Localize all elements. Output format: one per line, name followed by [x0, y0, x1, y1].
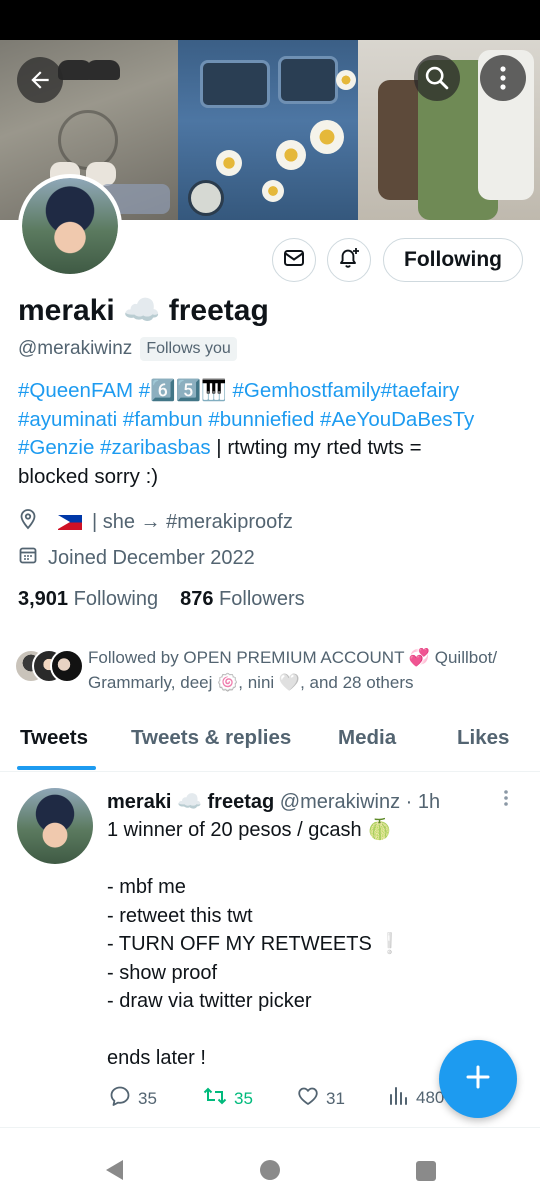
hashtag-link[interactable]: #QueenFAM	[18, 379, 133, 402]
reply-icon	[108, 1084, 132, 1113]
search-icon	[423, 64, 451, 92]
display-name: meraki ☁️ freetag	[18, 294, 269, 327]
tweet-avatar[interactable]	[17, 788, 93, 864]
tweet-line: - retweet this twt	[107, 904, 253, 927]
hashtag-link[interactable]: #taefairy	[381, 379, 460, 402]
following-count-link[interactable]: 3,901 Following	[18, 588, 158, 611]
nav-recents-button[interactable]	[415, 1160, 437, 1187]
bio-line-1: #QueenFAM #6️⃣5️⃣🎹 #Gemhostfamily#taefai…	[18, 377, 528, 406]
tweet-line: - show proof	[107, 961, 218, 984]
hashtag-link[interactable]: #bunniefied	[208, 408, 314, 431]
followers-count: 876	[180, 588, 214, 610]
back-arrow-icon	[27, 67, 53, 93]
avatar-image	[22, 178, 118, 274]
retweet-button[interactable]: 35	[202, 1084, 253, 1113]
bell-plus-icon	[336, 245, 362, 276]
tweet-line: - mbf me	[107, 876, 186, 898]
tab-media[interactable]: Media	[338, 726, 396, 750]
hashtag-link[interactable]: #Gemhostfamily	[232, 379, 380, 402]
bio-line-3: #Genzie #zaribasbas | rtwting my rted tw…	[18, 434, 528, 463]
tab-tweets[interactable]: Tweets	[20, 726, 88, 750]
status-bar	[0, 0, 540, 40]
follows-you-badge: Follows you	[140, 337, 237, 361]
followers-label: Followers	[219, 588, 305, 610]
more-options-button[interactable]	[480, 55, 526, 101]
active-tab-indicator	[17, 766, 96, 770]
location-pin-icon	[18, 508, 38, 536]
search-button[interactable]	[414, 55, 460, 101]
following-label: Following	[73, 588, 159, 610]
profile-handle: @merakiwinz	[18, 338, 133, 359]
hashtag-link[interactable]: #fambun	[123, 408, 203, 431]
handle-row: @merakiwinz Follows you	[18, 337, 237, 361]
followed-by-line: Grammarly, deej 🍥, nini 🤍, and 28 others	[88, 673, 414, 692]
tweet-actions: 35 35 31 480	[108, 1084, 468, 1114]
profile-bio: #QueenFAM #6️⃣5️⃣🎹 #Gemhostfamily#taefai…	[18, 377, 528, 491]
more-vertical-icon	[503, 790, 509, 811]
profile-avatar[interactable]	[18, 174, 122, 278]
nav-home-button[interactable]	[259, 1159, 281, 1186]
mutual-avatars	[14, 649, 84, 689]
philippines-flag-icon	[58, 514, 82, 530]
calendar-icon	[18, 545, 38, 571]
more-vertical-icon	[499, 65, 507, 91]
avatar	[50, 649, 84, 683]
joined-row: Joined December 2022	[18, 545, 255, 571]
tweet-author-handle: @merakiwinz · 1h	[279, 791, 441, 813]
hashtag-link[interactable]: #ayuminati	[18, 408, 117, 431]
nav-back-button[interactable]	[103, 1158, 125, 1187]
compose-tweet-button[interactable]	[439, 1040, 517, 1118]
location-text: | she → #merakiproofz	[92, 510, 293, 533]
tweet-line: 1 winner of 20 pesos / gcash 🍈	[107, 819, 393, 841]
retweet-icon	[202, 1084, 228, 1113]
tweet-line: - draw via twitter picker	[107, 990, 312, 1012]
retweet-count: 35	[234, 1088, 253, 1108]
banner-photo-van	[178, 40, 358, 220]
android-nav-bar	[0, 1127, 540, 1200]
notifications-button[interactable]	[327, 238, 371, 282]
followers-count-link[interactable]: 876 Followers	[180, 588, 305, 611]
reply-count: 35	[138, 1088, 157, 1108]
joined-date: Joined December 2022	[48, 546, 255, 569]
like-button[interactable]: 31	[296, 1084, 345, 1113]
back-button[interactable]	[17, 57, 63, 103]
following-button[interactable]: Following	[383, 238, 523, 282]
followed-by-line: Followed by OPEN PREMIUM ACCOUNT 💞 Quill…	[88, 648, 498, 667]
tweet-line	[107, 1016, 507, 1045]
reply-button[interactable]: 35	[108, 1084, 157, 1113]
tweet-line: - TURN OFF MY RETWEETS ❕	[107, 933, 403, 955]
tweet-text: 1 winner of 20 pesos / gcash 🍈 - mbf me …	[107, 816, 507, 1073]
heart-icon	[296, 1084, 320, 1113]
bio-text: | rtwting my rted twts =	[210, 436, 422, 459]
hashtag-link[interactable]: #Genzie	[18, 436, 94, 459]
location-row: | she → #merakiproofz	[18, 508, 293, 536]
follow-counts: 3,901 Following 876 Followers	[18, 588, 305, 611]
hashtag-link[interactable]: #AeYouDaBesTy	[320, 408, 474, 431]
followed-by-text: Followed by OPEN PREMIUM ACCOUNT 💞 Quill…	[88, 645, 497, 695]
envelope-icon	[282, 246, 306, 275]
views-button[interactable]: 480	[388, 1084, 444, 1111]
hashtag-link[interactable]: #6️⃣5️⃣🎹	[139, 379, 227, 402]
following-count: 3,901	[18, 588, 69, 610]
bio-line-2: #ayuminati #fambun #bunniefied #AeYouDaB…	[18, 406, 528, 435]
message-button[interactable]	[272, 238, 316, 282]
bio-text-last: blocked sorry :)	[18, 464, 159, 488]
like-count: 31	[326, 1088, 345, 1108]
tweet-author-name[interactable]: meraki ☁️ freetag	[107, 791, 274, 813]
hashtag-link[interactable]: #zaribasbas	[100, 436, 211, 459]
profile-tabs: Tweets Tweets & replies Media Likes	[0, 712, 540, 772]
views-chart-icon	[388, 1084, 410, 1111]
tweet-header: meraki ☁️ freetag @merakiwinz · 1h	[107, 789, 440, 814]
tweet-more-button[interactable]	[503, 789, 521, 811]
tab-tweets-and-replies[interactable]: Tweets & replies	[131, 726, 291, 750]
tweet-line	[107, 845, 507, 874]
tab-likes[interactable]: Likes	[457, 726, 509, 750]
plus-icon	[463, 1062, 493, 1097]
followed-by-row[interactable]: Followed by OPEN PREMIUM ACCOUNT 💞 Quill…	[14, 645, 524, 695]
